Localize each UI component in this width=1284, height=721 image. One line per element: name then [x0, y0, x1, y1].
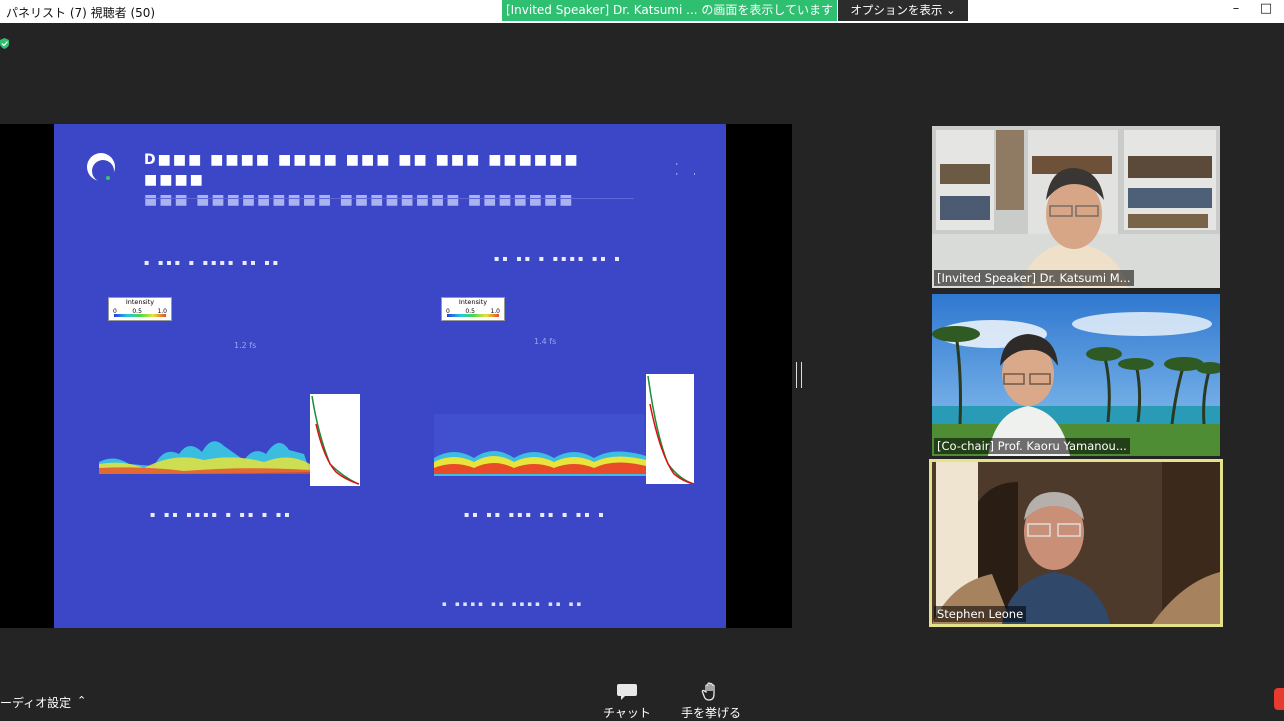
video-feed-active-speaker [932, 462, 1220, 624]
screen-share-status: [Invited Speaker] Dr. Katsumi ... の画面を表示… [505, 3, 834, 17]
audio-settings-label: ーディオ設定 [0, 696, 72, 710]
video-feed-cochair [932, 294, 1220, 456]
spectrogram-left: 1.2 fs [99, 341, 360, 486]
panel-left-axis-label: ▪ ▪▪ ▪▪▪▪ ▪ ▪▪ ▪ ▪▪ [150, 510, 293, 519]
raise-hand-button[interactable]: 手を挙げる [676, 682, 746, 721]
chat-label: チャット [603, 706, 651, 720]
video-tile-cochair[interactable]: [Co-chair] Prof. Kaoru Yamanou... [932, 294, 1220, 456]
leave-button[interactable] [1274, 688, 1284, 710]
maximize-icon[interactable]: □ [1252, 1, 1280, 21]
participant-name: [Co-chair] Prof. Kaoru Yamanou... [934, 438, 1130, 454]
window-title: パネリスト (7) 視聴者 (50) [6, 6, 156, 20]
spectrogram-right: 1.4 fs [434, 337, 695, 485]
chevron-down-icon: ⌄ [946, 3, 956, 17]
participant-name: [Invited Speaker] Dr. Katsumi M... [934, 270, 1134, 286]
video-tile-speaker[interactable]: [Invited Speaker] Dr. Katsumi M... [932, 126, 1220, 288]
raise-hand-label: 手を挙げる [680, 706, 741, 720]
presentation-slide: D■■■ ■■■■ ■■■■ ■■■ ■■ ■■■ ■■■■■■ ■■■■ ■■… [54, 124, 726, 628]
slide-title-rule [144, 198, 634, 199]
legend-left-title: Intensity [125, 298, 155, 306]
slide-title: D■■■ ■■■■ ■■■■ ■■■ ■■ ■■■ ■■■■■■ ■■■■ ■■… [144, 152, 580, 208]
legend-right-colorbar [447, 314, 499, 317]
svg-text:1.2 fs: 1.2 fs [234, 341, 256, 350]
institution-logo [87, 153, 115, 182]
svg-text:1.4 fs: 1.4 fs [534, 337, 556, 346]
legend-right-title: Intensity [458, 298, 488, 306]
minimize-icon[interactable]: – [1222, 1, 1250, 21]
screen-share-banner: [Invited Speaker] Dr. Katsumi ... の画面を表示… [502, 0, 837, 21]
chat-button[interactable]: チャット [592, 682, 662, 721]
participant-name: Stephen Leone [934, 606, 1027, 622]
hand-icon [701, 682, 715, 701]
panel-right-heading: ▪▪ ▪▪ ▪ ▪▪▪▪ ▪▪ ▪ [494, 254, 623, 263]
shared-screen: D■■■ ■■■■ ■■■■ ■■■ ■■ ■■■ ■■■■■■ ■■■■ ■■… [0, 124, 792, 628]
panel-left-heading: ▪ ▪▪▪ ▪ ▪▪▪▪ ▪▪ ▪▪ [144, 258, 282, 267]
chat-icon [617, 684, 637, 700]
intensity-legend-right: Intensity 0 0.5 1.0 [441, 297, 505, 321]
intensity-legend-left: Intensity 0 0.5 1.0 [108, 297, 172, 321]
legend-left-colorbar [114, 314, 166, 317]
view-options-button[interactable]: オプションを表示 ⌄ [838, 0, 968, 21]
video-tile-active-speaker[interactable]: Stephen Leone [929, 459, 1223, 627]
panel-right-axis-label: ▪▪ ▪▪ ▪▪▪ ▪▪ ▪ ▪▪ ▪ [464, 510, 607, 519]
slide-footer: ▪ ▪▪▪▪ ▪▪ ▪▪▪▪ ▪▪ ▪▪ [442, 600, 585, 608]
view-options-label: オプションを表示 [850, 3, 943, 17]
shield-icon [0, 38, 9, 49]
chevron-up-icon[interactable]: ⌃ [77, 694, 86, 707]
split-view-handle[interactable] [796, 362, 802, 388]
slide-corner-mark: · · · [675, 160, 702, 180]
video-feed-speaker [932, 126, 1220, 288]
audio-settings-button[interactable]: ーディオ設定 [0, 694, 71, 711]
